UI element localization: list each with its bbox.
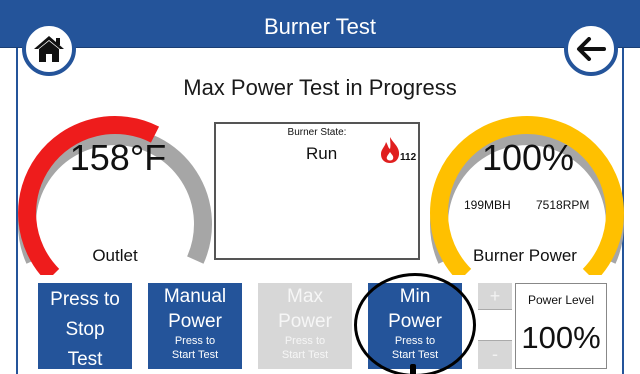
power-level-stepper: + - — [478, 283, 512, 369]
rpm-value: 7518RPM — [536, 198, 590, 212]
title-bar: Burner Test — [0, 0, 640, 48]
mbh-value: 199MBH — [464, 198, 511, 212]
max-power-label-line1: Max — [287, 286, 323, 307]
stop-test-label-line1: Press to — [50, 289, 120, 310]
back-button[interactable] — [564, 22, 618, 76]
manual-power-hint-line1: Press to — [174, 335, 216, 347]
max-power-hint-line1: Press to — [284, 335, 326, 347]
max-power-hint-line2: Start Test — [281, 349, 329, 361]
power-level-panel: Power Level 100% — [515, 283, 607, 369]
home-button[interactable] — [22, 22, 76, 76]
power-level-label: Power Level — [527, 293, 595, 307]
max-power-label-line2: Power — [278, 311, 332, 332]
stepper-divider — [478, 309, 512, 341]
arrow-left-icon — [577, 37, 606, 61]
burner-power-value: 100% — [481, 137, 575, 178]
manual-power-hint-line2: Start Test — [171, 349, 219, 361]
test-status-heading: Max Power Test in Progress — [183, 75, 457, 100]
stop-test-label-line3: Test — [67, 349, 103, 370]
pointer-cursor-icon — [410, 364, 416, 374]
outlet-label: Outlet — [92, 246, 138, 265]
power-level-value: 100% — [521, 320, 601, 355]
manual-power-label-line2: Power — [168, 311, 222, 332]
manual-power-button[interactable]: Manual Power Press to Start Test — [148, 283, 242, 369]
burner-state-value: Run — [306, 144, 338, 163]
burner-state-panel: Burner State: Run 112 — [214, 122, 420, 260]
home-icon — [34, 36, 64, 62]
flame-icon — [381, 137, 400, 163]
burner-power-label: Burner Power — [473, 246, 577, 265]
stop-test-label-line2: Stop — [65, 319, 105, 340]
power-increase-button[interactable]: + — [478, 283, 512, 309]
max-power-button[interactable]: Max Power Press to Start Test — [258, 283, 352, 369]
page-title: Burner Test — [263, 14, 377, 39]
power-decrease-button[interactable]: - — [478, 341, 512, 369]
stop-test-button[interactable]: Press to Stop Test — [38, 283, 132, 370]
manual-power-label-line1: Manual — [163, 286, 227, 307]
highlight-ring — [354, 273, 476, 374]
outlet-temperature-value: 158°F — [69, 137, 167, 178]
flame-count: 112 — [400, 152, 417, 163]
